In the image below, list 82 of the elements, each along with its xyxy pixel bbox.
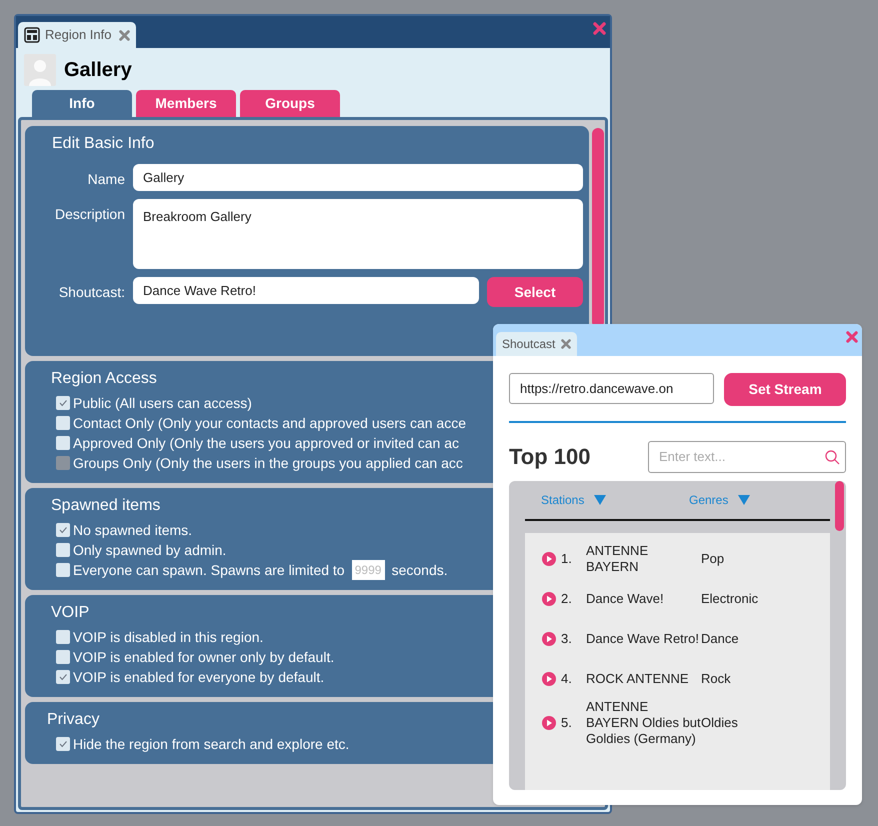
list-title: Top 100 [509, 443, 591, 471]
station-row[interactable]: 1. ANTENNE BAYERN Pop [525, 539, 830, 579]
play-icon[interactable] [542, 552, 556, 566]
option-suffix: seconds. [392, 560, 448, 580]
checkbox[interactable] [56, 737, 70, 751]
close-icon[interactable] [118, 30, 130, 40]
checkbox[interactable] [56, 436, 70, 450]
tab[interactable]: Groups [240, 90, 340, 117]
close-icon[interactable] [593, 22, 606, 35]
station-row[interactable]: 4. ROCK ANTENNE Rock [525, 659, 830, 699]
checkbox[interactable] [56, 670, 70, 684]
close-icon[interactable] [561, 339, 572, 349]
description-field[interactable]: Breakroom Gallery [133, 199, 583, 269]
station-name: ANTENNE BAYERN Oldies but Goldies (Germany) [586, 699, 701, 747]
section-title: Edit Basic Info [52, 135, 154, 152]
avatar-icon [24, 54, 56, 86]
region-name: Gallery [64, 58, 132, 83]
station-genre: Oldies [701, 714, 738, 732]
set-stream-button[interactable]: Set Stream [724, 373, 846, 406]
option-label: Approved Only (Only the users you approved or invited can ac [73, 434, 459, 453]
play-icon[interactable] [542, 632, 556, 646]
sort-icon [738, 495, 750, 505]
station-rank: 5. [560, 714, 573, 732]
scrollbar-thumb[interactable] [835, 481, 844, 531]
play-icon[interactable] [542, 672, 556, 686]
station-genre: Dance [701, 630, 739, 648]
search-icon [824, 448, 840, 464]
station-genre: Rock [701, 670, 731, 688]
option-label: VOIP is enabled for everyone by default. [73, 668, 324, 687]
station-name: ROCK ANTENNE [586, 671, 690, 687]
shoutcast-field[interactable]: Dance Wave Retro! [133, 277, 479, 304]
option-label: VOIP is enabled for owner only by default. [73, 648, 334, 667]
search-field[interactable]: Enter text... [648, 440, 846, 472]
station-genre: Electronic [701, 590, 758, 608]
window-tab[interactable]: Shoutcast [496, 332, 578, 356]
select-button[interactable]: Select [487, 277, 583, 307]
section-title: VOIP [51, 604, 90, 621]
stream-url-field[interactable]: https://retro.dancewave.on [509, 373, 714, 404]
tab[interactable]: Members [136, 90, 236, 117]
option-label: No spawned items. [73, 520, 192, 540]
checkbox[interactable] [56, 543, 70, 557]
section-title: Region Access [51, 370, 157, 387]
field-label: Shoutcast: [58, 283, 126, 302]
option-label: Public (All users can access) [73, 394, 252, 413]
play-icon[interactable] [542, 592, 556, 606]
checkbox[interactable] [56, 396, 70, 410]
option-label: Groups Only (Only the users in the groups you applied can acc [73, 454, 463, 473]
field-label: Name [86, 170, 126, 189]
station-rank: 3. [560, 630, 573, 648]
close-icon[interactable] [846, 331, 858, 343]
checkbox[interactable] [56, 630, 70, 644]
station-genre: Pop [701, 550, 724, 568]
option-label: Contact Only (Only your contacts and approved users can acce [73, 414, 466, 433]
option-label: Only spawned by admin. [73, 540, 226, 560]
tab[interactable]: Info [32, 90, 132, 117]
station-name: Dance Wave! [586, 591, 665, 607]
option-label: VOIP is disabled in this region. [73, 628, 264, 647]
checkbox[interactable] [56, 416, 70, 430]
sort-icon [594, 495, 606, 505]
tab-title: Region Info [45, 26, 112, 44]
station-row[interactable]: 3. Dance Wave Retro!Dance [525, 619, 830, 659]
station-row[interactable]: 2. Dance Wave! Electronic [525, 579, 830, 619]
station-name: Dance Wave Retro! [586, 631, 700, 647]
station-rank: 1. [560, 550, 573, 568]
station-rank: 4. [560, 670, 573, 688]
window-icon [24, 27, 40, 43]
section-title: Privacy [47, 711, 100, 728]
tab-title: Shoutcast [502, 336, 556, 353]
name-field[interactable]: Gallery [133, 164, 583, 191]
option-label: Everyone can spawn. Spawns are limited to [73, 560, 345, 580]
section-title: Spawned items [51, 497, 160, 514]
checkbox[interactable] [56, 563, 70, 577]
station-name: ANTENNE BAYERN [586, 543, 650, 575]
play-icon[interactable] [542, 716, 556, 730]
window-tab[interactable]: Region Info [18, 22, 136, 48]
option-label: Hide the region from search and explore etc. [73, 734, 350, 754]
field-label: Description [54, 205, 126, 224]
station-rank: 2. [560, 590, 573, 608]
checkbox[interactable] [56, 523, 70, 537]
checkbox[interactable] [56, 650, 70, 664]
seconds-field[interactable]: 9999 [352, 560, 385, 580]
station-row[interactable]: 5. ANTENNE BAYERN Oldies but Goldies (Germany) Oldies [525, 699, 830, 747]
